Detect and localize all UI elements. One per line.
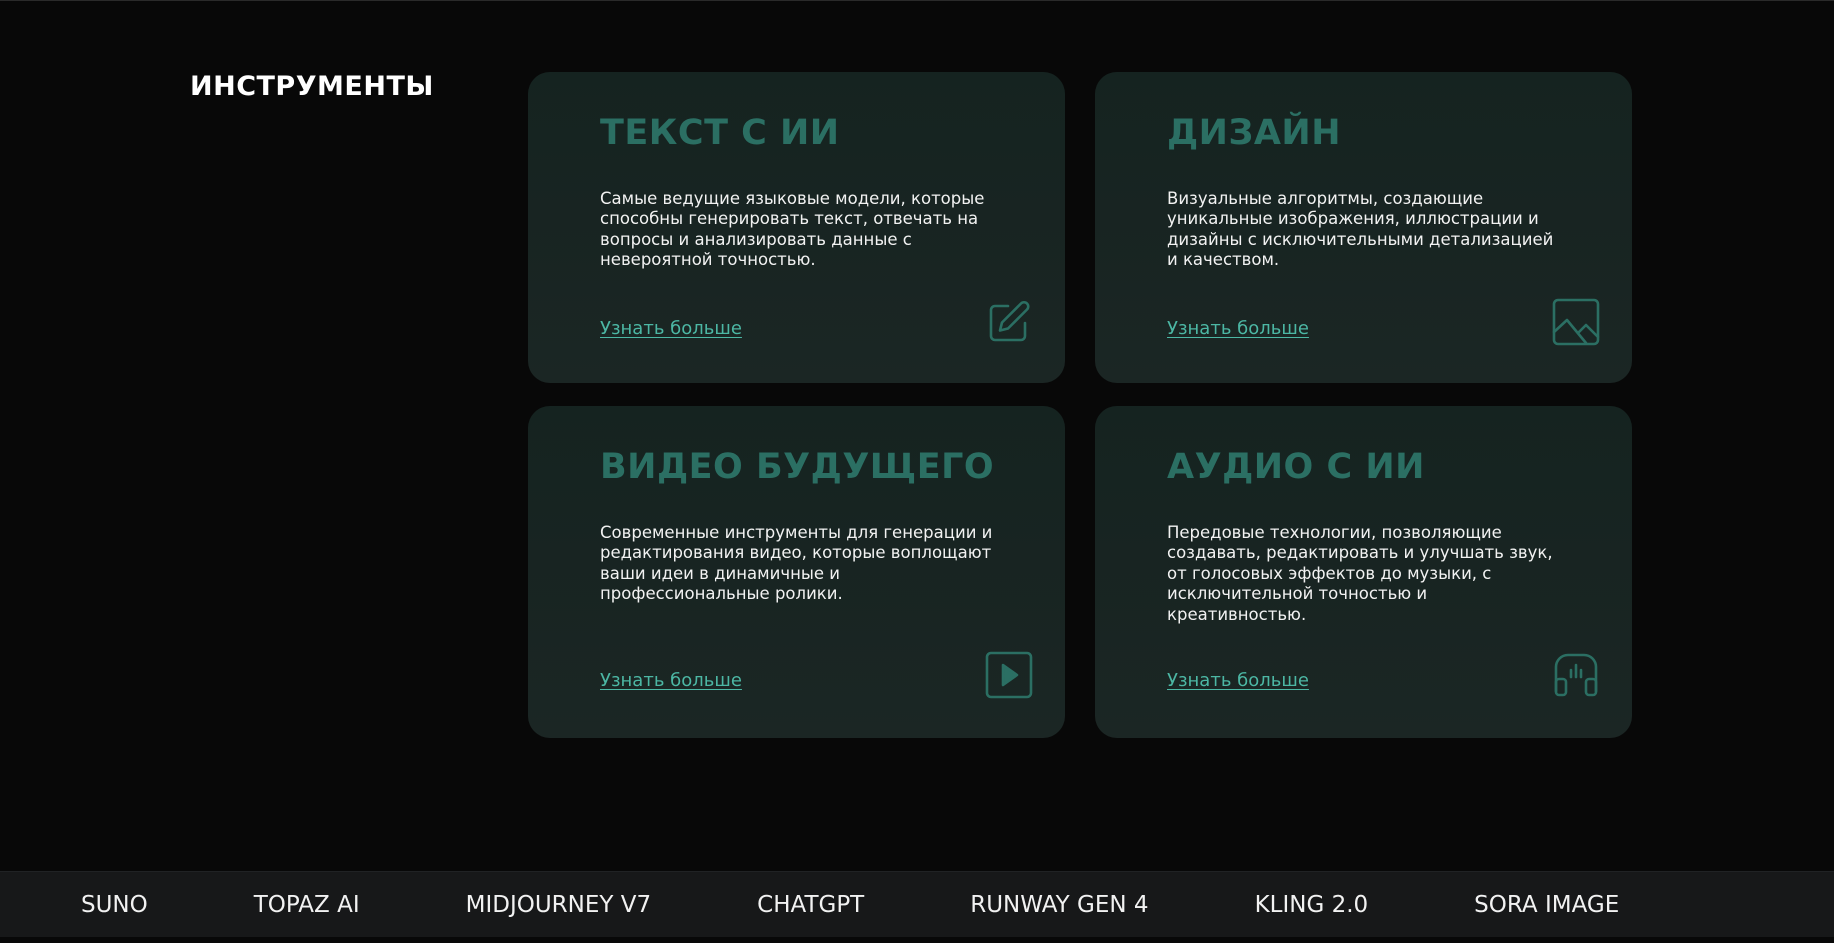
section-title: ИНСТРУМЕНТЫ [190, 71, 434, 102]
card-description: Современные инструменты для генерации и … [600, 522, 993, 604]
card-video: ВИДЕО БУДУЩЕГО Современные инструменты д… [528, 406, 1065, 738]
card-title: АУДИО С ИИ [1167, 447, 1425, 487]
card-title: ДИЗАЙН [1167, 113, 1342, 153]
edit-icon [985, 298, 1033, 346]
tools-grid: ТЕКСТ С ИИ Самые ведущие языковые модели… [528, 72, 1632, 738]
ticker-item-topaz-ai: TOPAZ AI [253, 891, 360, 918]
page: ИНСТРУМЕНТЫ ТЕКСТ С ИИ Самые ведущие язы… [0, 0, 1834, 943]
card-description: Самые ведущие языковые модели, которые с… [600, 188, 985, 270]
ticker-item-kling: KLING 2.0 [1254, 891, 1369, 918]
learn-more-link-video[interactable]: Узнать больше [600, 670, 742, 691]
card-text-ai: ТЕКСТ С ИИ Самые ведущие языковые модели… [528, 72, 1065, 383]
ticker-item-midjourney: MIDJOURNEY V7 [465, 891, 652, 918]
learn-more-link-audio[interactable]: Узнать больше [1167, 670, 1309, 691]
ticker-item-runway: RUNWAY GEN 4 [970, 891, 1149, 918]
learn-more-link-design[interactable]: Узнать больше [1167, 318, 1309, 339]
card-title: ТЕКСТ С ИИ [600, 113, 840, 153]
ticker-item-suno: SUNO [81, 891, 148, 918]
card-description: Визуальные алгоритмы, создающие уникальн… [1167, 188, 1554, 270]
tools-ticker: SUNO TOPAZ AI MIDJOURNEY V7 CHATGPT RUNW… [0, 871, 1834, 937]
card-audio: АУДИО С ИИ Передовые технологии, позволя… [1095, 406, 1632, 738]
card-description: Передовые технологии, позволяющие создав… [1167, 522, 1553, 624]
card-title: ВИДЕО БУДУЩЕГО [600, 447, 995, 487]
ticker-item-chatgpt: CHATGPT [757, 891, 865, 918]
learn-more-link-text-ai[interactable]: Узнать больше [600, 318, 742, 339]
ticker-item-sora-image: SORA IMAGE [1474, 891, 1620, 918]
headphones-icon [1552, 651, 1600, 699]
image-icon [1552, 298, 1600, 346]
play-icon [985, 651, 1033, 699]
card-design: ДИЗАЙН Визуальные алгоритмы, создающие у… [1095, 72, 1632, 383]
